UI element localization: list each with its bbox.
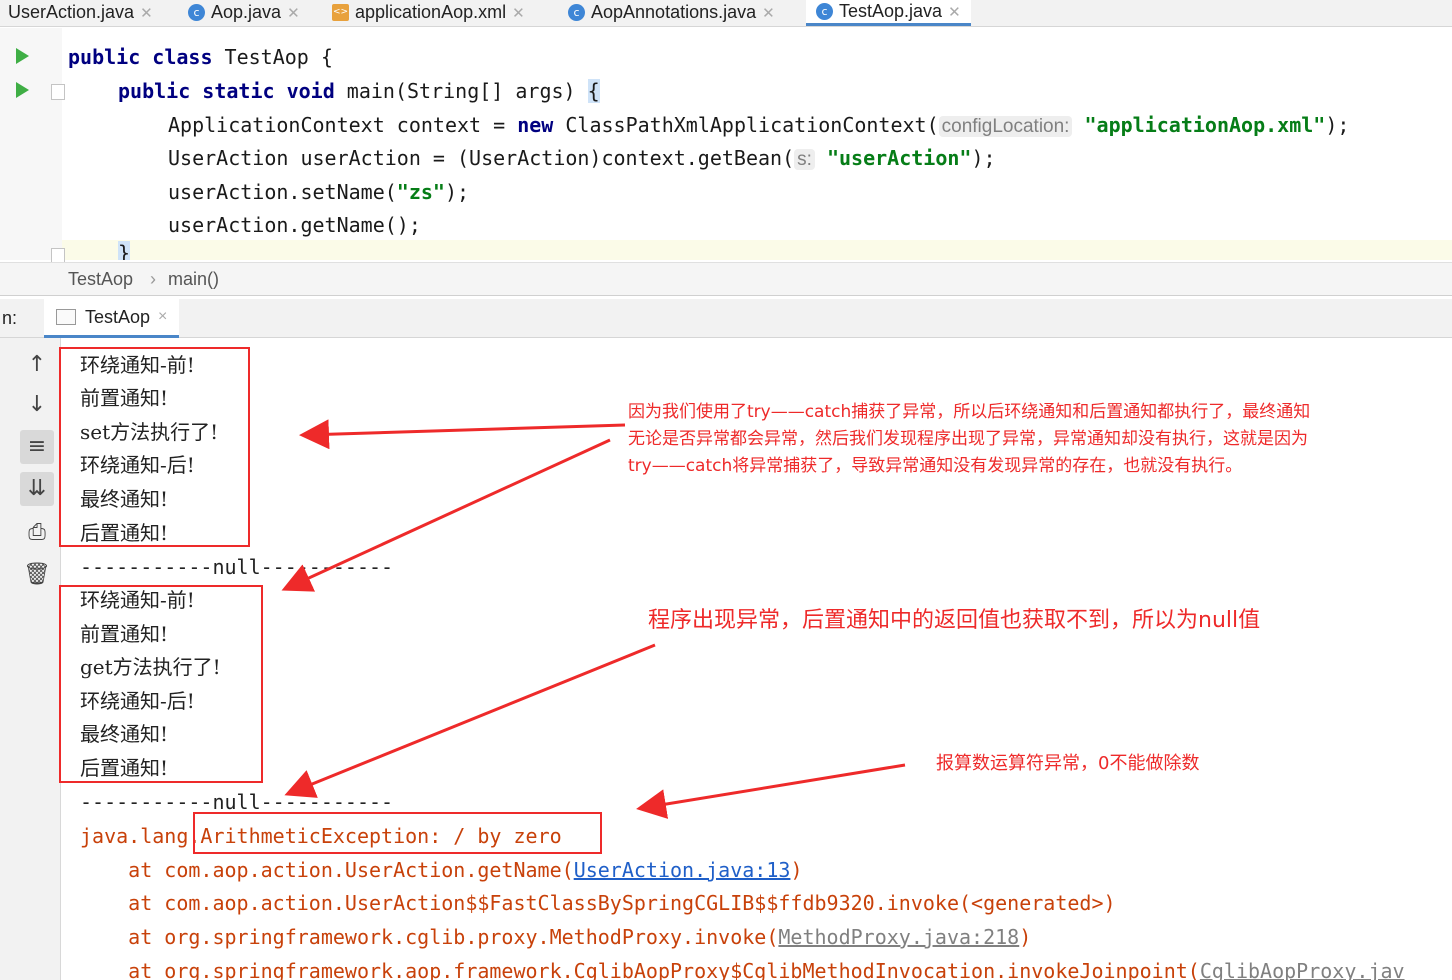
code-line-7: } bbox=[118, 238, 131, 260]
run-main-icon[interactable] bbox=[16, 82, 29, 98]
param-hint: s: bbox=[794, 149, 815, 170]
scroll-to-end-icon[interactable]: ⇊ bbox=[20, 472, 54, 506]
up-arrow-icon[interactable]: ↑ bbox=[20, 348, 54, 382]
soft-wrap-icon[interactable]: ≡ bbox=[20, 430, 54, 464]
xml-file-icon: <> bbox=[332, 4, 349, 21]
console-null-line: -----------null----------- bbox=[80, 555, 394, 579]
annotation-box-group2 bbox=[59, 585, 263, 783]
class-icon: c bbox=[188, 4, 205, 21]
annotation-note-trycatch: 因为我们使用了try——catch捕获了异常，所以后环绕通知和后置通知都执行了，… bbox=[628, 402, 1311, 476]
class-icon: c bbox=[568, 4, 585, 21]
class-icon: c bbox=[816, 3, 833, 20]
stack-frame: at org.springframework.cglib.proxy.Metho… bbox=[80, 925, 1032, 949]
stack-frame: at org.springframework.aop.framework.Cgl… bbox=[80, 954, 1405, 980]
tab-useraction-java[interactable]: UserAction.java ✕ bbox=[8, 0, 153, 25]
source-link[interactable]: MethodProxy.java:218 bbox=[778, 925, 1019, 949]
editor-tab-bar: UserAction.java ✕ c Aop.java ✕ <> applic… bbox=[0, 0, 1452, 27]
close-icon[interactable]: × bbox=[158, 308, 167, 326]
editor-gutter bbox=[0, 28, 65, 264]
code-line-1: public class TestAop { bbox=[68, 45, 333, 69]
code-line-3: ApplicationContext context = new ClassPa… bbox=[168, 113, 1350, 137]
run-tab-label: TestAop bbox=[85, 306, 151, 327]
tab-label: TestAop.java bbox=[839, 1, 943, 21]
code-line-4: UserAction userAction = (UserAction)cont… bbox=[168, 146, 996, 170]
console-icon bbox=[56, 309, 76, 325]
annotation-note-arithmetic: 报算数运算符异常，0不能做除数 bbox=[936, 753, 1200, 774]
stack-frame: at com.aop.action.UserAction$$FastClassB… bbox=[80, 891, 1116, 915]
tab-label: applicationAop.xml bbox=[355, 2, 507, 22]
tab-label: Aop.java bbox=[211, 2, 282, 22]
fold-icon[interactable] bbox=[51, 84, 65, 100]
code-line-5: userAction.setName("zs"); bbox=[168, 180, 470, 204]
run-tab-testaop[interactable]: TestAop × bbox=[44, 299, 180, 338]
code-line-2: public static void main(String[] args) { bbox=[118, 79, 600, 103]
run-class-icon[interactable] bbox=[16, 48, 29, 64]
tab-label: AopAnnotations.java bbox=[591, 2, 757, 22]
param-hint: configLocation: bbox=[938, 116, 1073, 137]
source-link[interactable]: UserAction.java:13 bbox=[574, 858, 791, 882]
close-icon[interactable]: ✕ bbox=[287, 4, 300, 22]
tab-aopannotations-java[interactable]: c AopAnnotations.java ✕ bbox=[568, 0, 775, 25]
close-icon[interactable]: ✕ bbox=[512, 4, 525, 22]
run-label: n: bbox=[2, 308, 18, 328]
annotation-box-group1 bbox=[59, 347, 250, 547]
annotation-note-null: 程序出现异常，后置通知中的返回值也获取不到，所以为null值 bbox=[648, 608, 1261, 633]
current-line-highlight bbox=[0, 240, 1452, 260]
breadcrumb-method[interactable]: main() bbox=[168, 269, 219, 290]
code-editor[interactable]: public class TestAop { public static voi… bbox=[0, 28, 1452, 264]
close-icon[interactable]: ✕ bbox=[762, 4, 775, 22]
run-tool-window-header: n: TestAop × bbox=[0, 299, 1452, 338]
tab-aop-java[interactable]: c Aop.java ✕ bbox=[188, 0, 300, 25]
breadcrumb: TestAop › main() bbox=[0, 262, 1452, 296]
breadcrumb-class[interactable]: TestAop bbox=[68, 269, 133, 290]
annotation-box-exception bbox=[193, 812, 602, 854]
close-icon[interactable]: ✕ bbox=[948, 3, 961, 21]
tab-testaop-java[interactable]: c TestAop.java ✕ bbox=[806, 0, 971, 26]
tab-applicationaop-xml[interactable]: <> applicationAop.xml ✕ bbox=[332, 0, 525, 25]
code-line-6: userAction.getName(); bbox=[168, 213, 421, 237]
down-arrow-icon[interactable]: ↓ bbox=[20, 388, 54, 422]
run-sidebar: ↑ ↓ ≡ ⇊ ⎙ 🗑 bbox=[0, 338, 61, 980]
close-icon[interactable]: ✕ bbox=[140, 4, 153, 22]
breadcrumb-separator: › bbox=[150, 269, 156, 289]
source-link[interactable]: CglibAopProxy.jav bbox=[1200, 959, 1405, 980]
print-icon[interactable]: ⎙ bbox=[20, 516, 54, 550]
stack-frame: at com.aop.action.UserAction.getName(Use… bbox=[80, 858, 803, 882]
tab-label: UserAction.java bbox=[8, 2, 135, 22]
trash-icon[interactable]: 🗑 bbox=[20, 558, 54, 592]
